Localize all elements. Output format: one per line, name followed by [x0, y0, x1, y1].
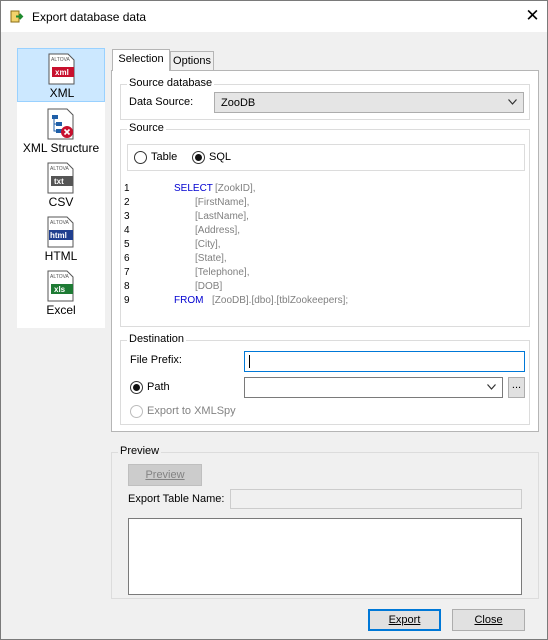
group-title: Source: [127, 122, 166, 134]
file-prefix-input[interactable]: [244, 351, 525, 372]
data-source-select[interactable]: ZooDB: [214, 92, 524, 113]
data-source-value: ZooDB: [221, 97, 256, 109]
svg-text:xml: xml: [55, 68, 69, 77]
sql-radio-label: SQL: [209, 151, 232, 163]
export-button-label: Export: [388, 614, 421, 626]
sql-radio[interactable]: [192, 151, 205, 164]
line-number: 5: [124, 239, 130, 250]
path-radio-label: Path: [147, 381, 170, 393]
title-bar: Export database data ✕: [1, 1, 547, 32]
path-select[interactable]: [244, 377, 503, 398]
sql-keyword: SELECT: [174, 183, 213, 194]
line-number: 9: [124, 295, 130, 306]
csv-file-icon: ALTOVA txt: [47, 162, 74, 194]
preview-area[interactable]: [128, 518, 522, 595]
format-label: HTML: [44, 249, 78, 263]
chevron-down-icon: [487, 384, 496, 390]
tab-selection[interactable]: Selection: [112, 49, 170, 71]
group-title: Destination: [127, 333, 187, 345]
export-button[interactable]: Export: [368, 609, 441, 631]
data-source-label: Data Source:: [129, 96, 194, 108]
format-item-xml-structure[interactable]: XML Structure: [17, 104, 105, 158]
close-window-button[interactable]: ✕: [519, 3, 546, 29]
sql-text: [Telephone],: [195, 267, 250, 278]
format-list: ALTOVA xml XML XML Structure ALTOVA txt …: [17, 48, 105, 328]
svg-text:ALTOVA: ALTOVA: [50, 166, 70, 172]
close-icon: ✕: [525, 6, 540, 25]
preview-group: Preview Preview Export Table Name:: [111, 445, 539, 599]
tab-options[interactable]: Options: [170, 51, 214, 71]
excel-file-icon: ALTOVA xls: [47, 270, 74, 302]
svg-text:ALTOVA: ALTOVA: [50, 274, 70, 280]
export-to-xmlspy-label: Export to XMLSpy: [147, 405, 236, 417]
close-button[interactable]: Close: [452, 609, 525, 631]
text-caret: [249, 355, 250, 368]
destination-group: Destination File Prefix: Path ... Export…: [120, 333, 530, 425]
close-button-label: Close: [474, 614, 503, 626]
preview-button[interactable]: Preview: [128, 464, 202, 486]
path-radio[interactable]: [130, 381, 143, 394]
html-file-icon: ALTOVA html: [47, 216, 74, 248]
svg-text:txt: txt: [54, 177, 64, 186]
sql-text: [DOB]: [195, 281, 223, 292]
file-prefix-label: File Prefix:: [130, 354, 182, 366]
browse-path-button[interactable]: ...: [508, 377, 525, 398]
line-number: 7: [124, 267, 130, 278]
sql-text: [FirstName],: [195, 197, 250, 208]
format-item-excel[interactable]: ALTOVA xls Excel: [17, 266, 105, 320]
xml-structure-icon: [47, 108, 74, 140]
group-title: Source database: [127, 77, 215, 89]
line-number: 2: [124, 197, 130, 208]
xml-file-icon: ALTOVA xml: [48, 53, 75, 85]
sql-text: [ZookID],: [215, 183, 256, 194]
sql-text: [City],: [195, 239, 221, 250]
line-number: 3: [124, 211, 130, 222]
export-arrow-icon: [10, 10, 24, 23]
table-radio-label: Table: [151, 151, 178, 163]
window-title: Export database data: [32, 10, 147, 24]
export-table-name-label: Export Table Name:: [128, 493, 225, 505]
source-mode-box: Table SQL: [127, 144, 525, 171]
line-number: 6: [124, 253, 130, 264]
sql-keyword: FROM: [174, 295, 204, 306]
chevron-down-icon: [508, 99, 517, 105]
format-item-csv[interactable]: ALTOVA txt CSV: [17, 158, 105, 212]
format-label: XML Structure: [22, 141, 100, 155]
export-to-xmlspy-radio[interactable]: [130, 405, 143, 418]
svg-text:ALTOVA: ALTOVA: [50, 220, 70, 226]
format-label: Excel: [46, 303, 76, 317]
format-label: CSV: [48, 195, 74, 209]
line-number: 1: [124, 183, 130, 194]
sql-text: [State],: [195, 253, 227, 264]
source-database-group: Source database Data Source: ZooDB: [120, 77, 530, 120]
group-title: Preview: [118, 445, 162, 457]
export-dialog: Export database data ✕ ALTOVA xml XML XM…: [0, 0, 548, 640]
export-table-name-input[interactable]: [230, 489, 522, 509]
format-item-xml[interactable]: ALTOVA xml XML: [17, 48, 105, 102]
svg-text:html: html: [50, 231, 67, 240]
svg-text:ALTOVA: ALTOVA: [51, 57, 71, 63]
sql-text: [Address],: [195, 225, 241, 236]
preview-button-label: Preview: [145, 469, 185, 481]
line-number: 8: [124, 281, 130, 292]
line-number: 4: [124, 225, 130, 236]
sql-text: [LastName],: [195, 211, 249, 222]
svg-text:xls: xls: [54, 285, 66, 294]
selection-tab-page: Source database Data Source: ZooDB Sourc…: [111, 70, 539, 432]
table-radio[interactable]: [134, 151, 147, 164]
format-item-html[interactable]: ALTOVA html HTML: [17, 212, 105, 266]
sql-text: [ZooDB].[dbo].[tblZookeepers];: [212, 295, 349, 306]
format-label: XML: [49, 86, 75, 100]
